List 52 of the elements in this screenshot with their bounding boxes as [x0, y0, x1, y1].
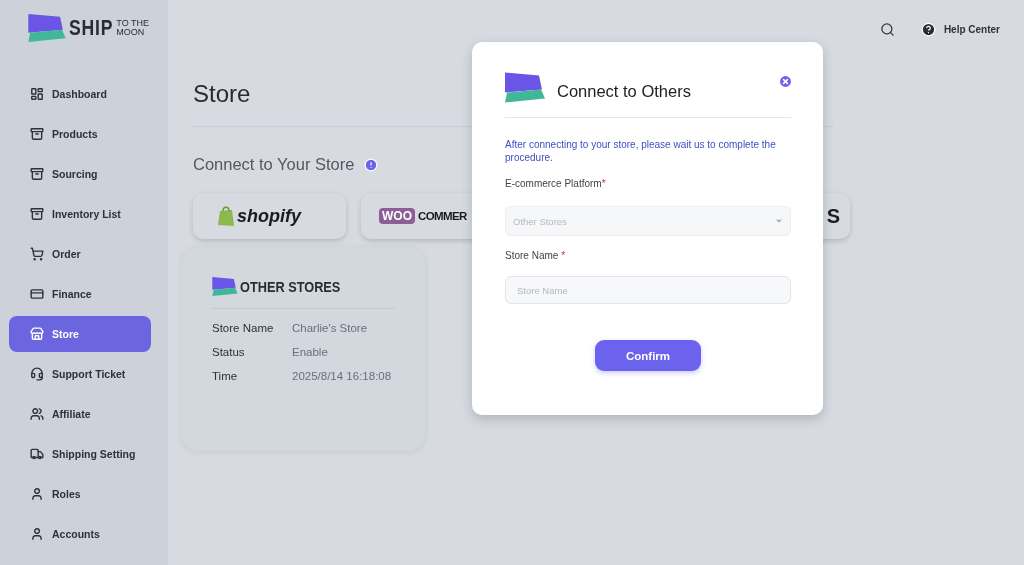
truck-icon [30, 447, 44, 461]
logo-icon [212, 277, 238, 296]
confirm-button[interactable]: Confirm [595, 340, 701, 371]
info-icon[interactable] [364, 157, 379, 172]
field-label: Store Name [212, 321, 275, 336]
sidebar-item[interactable]: Inventory List [9, 196, 151, 232]
close-button[interactable] [778, 74, 793, 89]
dashboard-icon [30, 87, 44, 101]
field-value: 2025/8/14 16:18:08 [292, 369, 392, 384]
help-icon [920, 21, 936, 37]
sidebar-item[interactable]: Finance [9, 276, 151, 312]
sidebar-item[interactable]: Sourcing [9, 156, 151, 192]
store-icon [30, 327, 44, 341]
archive-box-icon [30, 127, 44, 141]
store-name-field[interactable]: Store Name [505, 276, 791, 304]
field-label: Store Name * [505, 250, 567, 261]
dialog-title: Connect to Others [557, 82, 691, 101]
sidebar-item[interactable]: Affiliate [9, 396, 151, 432]
store-card-title: OTHER STORES [240, 278, 341, 295]
card-icon [30, 287, 44, 301]
archive-box-icon [30, 207, 44, 221]
field-value: Charlie's Store [292, 321, 368, 336]
sidebar-item[interactable]: Order [9, 236, 151, 272]
sidebar-item[interactable]: Accounts [9, 516, 151, 552]
notice-text: After connecting to your store, please wait us to complete the procedure. [505, 138, 777, 164]
chevron-down-icon [774, 216, 784, 226]
section-title: Connect to Your Store [193, 155, 355, 174]
shopping-bag-icon [218, 206, 234, 226]
archive-box-icon [30, 167, 44, 181]
sidebar-item[interactable]: Roles [9, 476, 151, 512]
field-label: Status [212, 345, 246, 360]
user-icon [30, 527, 44, 541]
headset-icon [30, 367, 44, 381]
sidebar-item[interactable]: Shipping Setting [9, 436, 151, 472]
sidebar-item[interactable]: Dashboard [9, 76, 151, 112]
sidebar-item[interactable]: Support Ticket [9, 356, 151, 392]
sidebar-item[interactable]: Products [9, 116, 151, 152]
search-icon[interactable] [879, 21, 895, 37]
brand-tagline: TO THE [116, 19, 150, 28]
users-icon [30, 407, 44, 421]
brand-name: SHIP [69, 15, 114, 41]
logo-icon [505, 72, 545, 103]
help-center-link[interactable]: Help Center [920, 21, 1000, 37]
platform-card[interactable]: shopify [193, 193, 346, 239]
sidebar-item[interactable]: Store [9, 316, 151, 352]
logo-icon [27, 14, 67, 42]
field-label: E-commerce Platform* [505, 178, 607, 189]
brand-tagline: MOON [116, 28, 146, 37]
field-label: Time [212, 369, 239, 384]
user-icon [30, 487, 44, 501]
cart-icon [30, 247, 44, 261]
field-value: Enable [292, 345, 328, 360]
